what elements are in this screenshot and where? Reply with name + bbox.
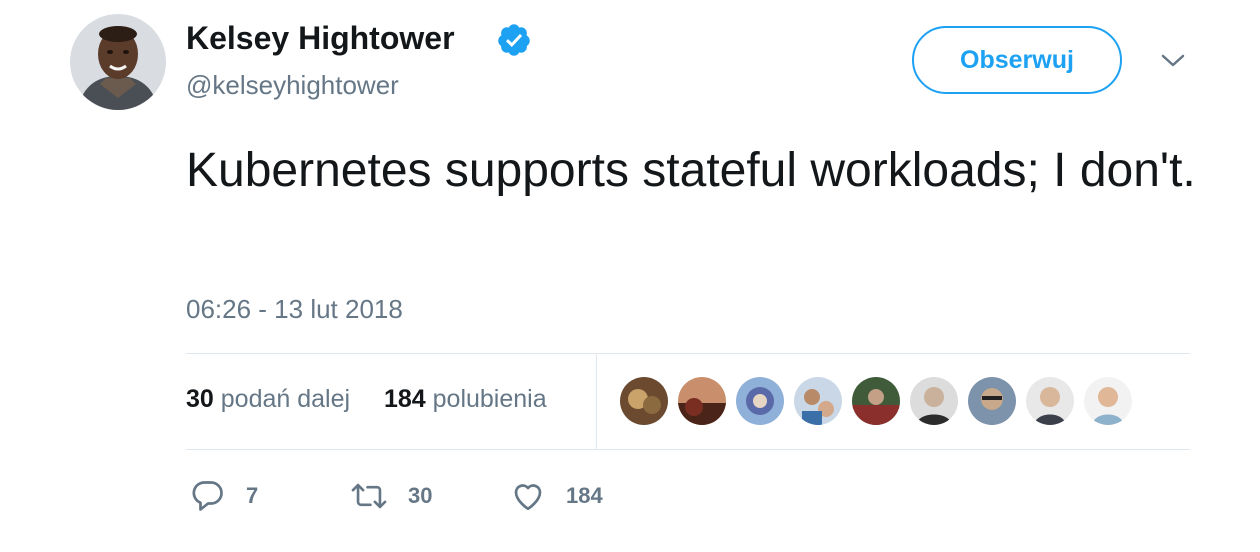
display-name[interactable]: Kelsey Hightower xyxy=(186,20,455,57)
liker-avatar[interactable] xyxy=(1026,377,1074,425)
retweets-label: podań dalej xyxy=(220,385,351,413)
liker-avatar[interactable] xyxy=(620,377,668,425)
divider-top xyxy=(186,353,1190,354)
reply-count: 7 xyxy=(246,483,259,508)
like-action[interactable]: 184 xyxy=(510,476,603,516)
retweet-count: 30 xyxy=(408,483,433,508)
engagement-stats: 30 podań dalej 184 polubienia xyxy=(186,385,547,414)
likes-stat[interactable]: 184 polubienia xyxy=(384,385,547,413)
retweets-stat[interactable]: 30 podań dalej xyxy=(186,385,357,413)
avatar[interactable] xyxy=(70,14,166,110)
likes-label: polubienia xyxy=(432,385,547,413)
retweet-icon xyxy=(351,483,387,509)
liker-avatar[interactable] xyxy=(736,377,784,425)
chevron-down-icon[interactable] xyxy=(1160,52,1186,70)
like-count: 184 xyxy=(566,483,603,508)
liker-avatar[interactable] xyxy=(910,377,958,425)
divider-bottom xyxy=(186,449,1190,450)
liker-avatar[interactable] xyxy=(678,377,726,425)
reply-action[interactable]: 7 xyxy=(190,476,258,516)
heart-icon xyxy=(514,484,542,511)
retweet-action[interactable]: 30 xyxy=(350,476,432,516)
likes-count: 184 xyxy=(383,385,426,413)
reply-icon xyxy=(192,481,223,511)
tweet-timestamp[interactable]: 06:26 - 13 lut 2018 xyxy=(186,294,403,325)
follow-button[interactable]: Obserwuj xyxy=(912,26,1122,94)
retweets-count: 30 xyxy=(186,385,214,413)
verified-badge-icon xyxy=(498,24,530,56)
tweet-text: Kubernetes supports stateful workloads; … xyxy=(186,144,1196,197)
liker-avatar[interactable] xyxy=(968,377,1016,425)
liker-avatar[interactable] xyxy=(1084,377,1132,425)
user-handle[interactable]: @kelseyhightower xyxy=(186,70,399,101)
liker-avatar[interactable] xyxy=(794,377,842,425)
divider-vertical xyxy=(596,353,597,449)
liker-avatar[interactable] xyxy=(852,377,900,425)
